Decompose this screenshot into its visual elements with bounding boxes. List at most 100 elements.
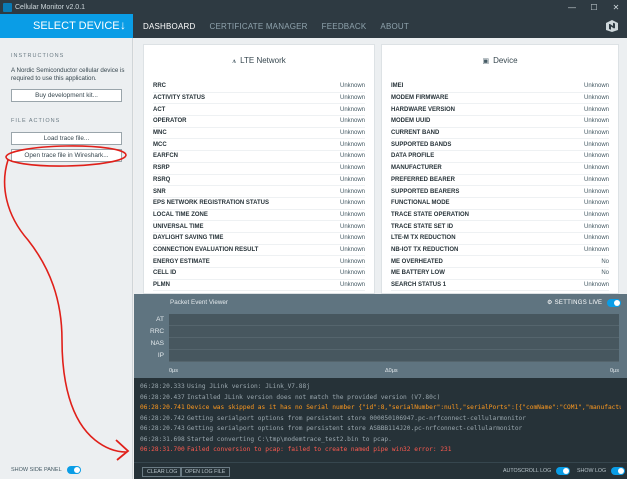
info-row-key: MNC [153, 130, 167, 137]
info-row-value: Unknown [583, 188, 609, 195]
open-in-wireshark-button[interactable]: Open trace file in Wireshark... [11, 149, 122, 162]
info-row-key: ME OVERHEATED [391, 258, 443, 265]
info-row-key: MODEM UUID [391, 118, 431, 125]
info-row-value: Unknown [339, 141, 365, 148]
info-row-key: ACTIVITY STATUS [153, 95, 206, 102]
live-toggle[interactable]: LIVE [589, 299, 621, 307]
info-row: CURRENT BAND Unknown [391, 128, 609, 140]
info-row-key: SNR [153, 188, 166, 195]
tab-feedback[interactable]: FEEDBACK [322, 22, 367, 31]
device-card-title: ▣ Device [382, 56, 618, 65]
info-row: SUPPORTED BANDS Unknown [391, 139, 609, 152]
info-row-value: Unknown [583, 211, 609, 218]
lane-label-rrc: RRC [150, 328, 165, 335]
info-row-key: MODEM FIRMWARE [391, 95, 449, 102]
info-row: OPERATOR Unknown [153, 116, 365, 128]
load-trace-file-button[interactable]: Load trace file... [11, 132, 122, 145]
arrow-down-icon: ↓ [120, 18, 126, 32]
tab-dashboard[interactable]: DASHBOARD [143, 22, 195, 31]
axis-end: 0μs [610, 368, 619, 374]
info-row: LOCAL TIME ZONE Unknown [153, 210, 365, 222]
show-side-panel-toggle[interactable]: SHOW SIDE PANEL [11, 466, 81, 474]
info-row: MODEM UUID Unknown [391, 116, 609, 128]
buy-development-kit-button[interactable]: Buy development kit... [11, 89, 122, 102]
info-row: RSRQ Unknown [153, 175, 365, 187]
log-message: Failed conversion to pcap: failed to cre… [187, 446, 452, 453]
maximize-button[interactable]: ☐ [583, 3, 605, 12]
open-log-file-button[interactable]: OPEN LOG FILE [180, 467, 231, 477]
lane-rrc [169, 326, 619, 338]
log-timestamp: 06:28:31.700 [140, 446, 185, 453]
autoscroll-log-label: AUTOSCROLL LOG [503, 468, 552, 474]
lte-rows: RRC Unknown ACTIVITY STATUS Unknown ACT Unkno… [153, 81, 365, 292]
info-row-key: MANUFACTURER [391, 165, 442, 172]
info-row: EPS NETWORK REGISTRATION STATUS Unknown [153, 198, 365, 210]
log-entry: 06:28:31.698 Started converting C:\tmp\mo… [140, 435, 621, 446]
info-row-key: NB-IOT TX REDUCTION [391, 246, 459, 253]
log-message: Getting serialport options from persiste… [187, 414, 526, 422]
info-row-value: Unknown [339, 211, 365, 218]
info-row-value: Unknown [583, 153, 609, 160]
info-row-value: Unknown [583, 282, 609, 289]
info-row: UNIVERSAL TIME Unknown [153, 221, 365, 233]
info-row-key: MCC [153, 141, 167, 148]
log-timestamp: 06:28:20.741 [140, 404, 185, 411]
info-row: ACT Unknown [153, 104, 365, 117]
info-row: LTE-M TX REDUCTION Unknown [391, 233, 609, 245]
window-title: Cellular Monitor v2.0.1 [15, 3, 86, 11]
info-row: EARFCN Unknown [153, 151, 365, 163]
packet-viewer-title: Packet Event Viewer [170, 299, 228, 306]
info-row: PLMN Unknown [153, 280, 365, 292]
info-row-key: TRACE STATE OPERATION [391, 211, 469, 218]
lte-network-card: ⩚ LTE Network RRC Unknown ACTIVITY STATUS Un… [143, 44, 375, 294]
lane-labels: AT RRC NAS IP [150, 314, 164, 362]
info-row-key: HARDWARE VERSION [391, 106, 456, 113]
log-message: Using JLink version: JLink_V7.88j [187, 383, 310, 390]
info-row-value: Unknown [339, 106, 365, 113]
info-row: HARDWARE VERSION Unknown [391, 104, 609, 117]
device-card-title-text: Device [493, 56, 518, 65]
lane-label-at: AT [156, 316, 164, 323]
nordic-logo-icon [606, 20, 618, 32]
event-timeline[interactable] [169, 314, 619, 362]
info-row-value: Unknown [583, 83, 609, 90]
info-row-key: PLMN [153, 282, 170, 289]
info-row: ME OVERHEATED No [391, 256, 609, 268]
log-timestamp: 06:28:20.743 [140, 425, 185, 432]
tab-certificate-manager[interactable]: CERTIFICATE MANAGER [209, 22, 307, 31]
clear-log-button[interactable]: CLEAR LOG [142, 467, 183, 477]
dashboard: ⩚ LTE Network RRC Unknown ACTIVITY STATUS Un… [134, 38, 627, 294]
log-panel[interactable]: 06:28:20.333 Using JLink version: JLink_V… [134, 378, 627, 462]
info-row: CELL ID Unknown [153, 268, 365, 280]
info-row-key: LOCAL TIME ZONE [153, 211, 208, 218]
info-row: TRACE STATE OPERATION Unknown [391, 210, 609, 222]
info-row: IMEI Unknown [391, 81, 609, 93]
close-button[interactable]: ✕ [605, 3, 627, 12]
info-row-value: Unknown [339, 118, 365, 125]
tab-about[interactable]: ABOUT [380, 22, 409, 31]
info-row-key: EARFCN [153, 153, 178, 160]
select-device-button[interactable]: SELECT DEVICE ↓ [0, 14, 133, 38]
info-row-value: Unknown [583, 235, 609, 242]
log-entry: 06:28:20.742 Getting serialport options f… [140, 414, 621, 425]
info-row: ENERGY ESTIMATE Unknown [153, 256, 365, 268]
info-row-key: IMEI [391, 83, 404, 90]
info-row-key: PREFERRED BEARER [391, 176, 456, 183]
log-message: Device was skipped as it has no Serial n… [187, 404, 621, 411]
info-row-value: Unknown [339, 200, 365, 207]
info-row-value: Unknown [583, 176, 609, 183]
info-row-key: TRACE STATE SET ID [391, 223, 454, 230]
info-row-value: Unknown [339, 223, 365, 230]
settings-button[interactable]: ⚙ SETTINGS [547, 299, 587, 306]
autoscroll-log-toggle[interactable]: AUTOSCROLL LOG [503, 467, 571, 475]
info-row-key: CELL ID [153, 270, 177, 277]
info-row-value: Unknown [339, 95, 365, 102]
minimize-button[interactable]: — [561, 3, 583, 12]
info-row-value: Unknown [339, 246, 365, 253]
app-header: SELECT DEVICE ↓ DASHBOARD CERTIFICATE MA… [0, 14, 627, 38]
info-row-value: Unknown [583, 130, 609, 137]
show-log-toggle[interactable]: SHOW LOG [577, 467, 626, 475]
packet-event-viewer: Packet Event Viewer ⚙ SETTINGS LIVE AT R… [134, 294, 627, 378]
axis-start: 0μs [169, 368, 178, 374]
antenna-icon: ⩚ [232, 58, 237, 65]
